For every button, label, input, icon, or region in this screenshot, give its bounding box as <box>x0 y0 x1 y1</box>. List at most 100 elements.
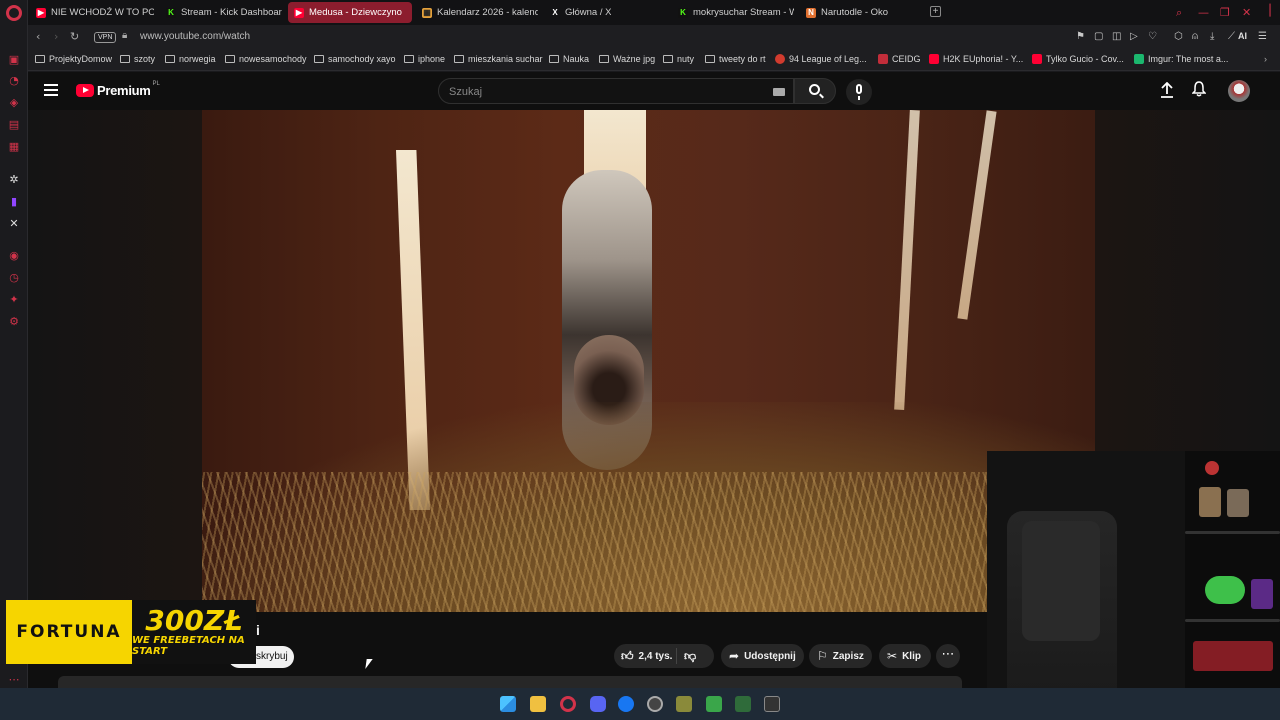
snapshot-icon[interactable]: ▢ <box>1094 31 1103 42</box>
description-box[interactable] <box>58 676 962 688</box>
tab-x-home[interactable]: X Główna / X <box>544 2 666 23</box>
bookmark-site[interactable]: CEIDG <box>878 54 921 64</box>
bookmark-folder[interactable]: nowesamochody <box>225 54 307 64</box>
tab-nie-wchodz[interactable]: ▶ NIE WCHODŹ W TO PO 3( <box>30 2 154 23</box>
url-field[interactable]: www.youtube.com/watch <box>140 31 250 42</box>
lock-icon[interactable]: 🔒︎ <box>122 30 127 41</box>
search-icon <box>809 84 820 95</box>
bookmark-label: 94 League of Leg... <box>789 54 867 64</box>
clip-button[interactable]: ✂ Klip <box>879 644 931 668</box>
reload-icon[interactable]: ↻ <box>70 30 79 43</box>
download-icon[interactable]: ⤓ <box>1210 31 1214 42</box>
youtube-icon: ▶ <box>36 7 46 18</box>
search-button[interactable] <box>794 78 836 104</box>
bookmark-site[interactable]: H2K EUphoria! - Y... <box>929 54 1023 64</box>
like-button[interactable]: 👍︎ 2,4 tys. 👎︎ <box>614 644 714 668</box>
aria-icon[interactable]: ⟋ <box>1228 31 1235 42</box>
bookmark-folder[interactable]: tweety do rt <box>705 54 766 64</box>
search-tabs-icon[interactable]: ⌕ <box>1176 6 1182 20</box>
bag-icon[interactable]: ▣ <box>7 52 21 66</box>
player-icon[interactable]: ◉ <box>7 248 21 262</box>
twitch-icon[interactable]: ▮ <box>7 194 21 208</box>
vpn-badge[interactable]: VPN <box>94 32 117 43</box>
camera-icon[interactable]: ◫ <box>1112 31 1121 42</box>
terminal-icon[interactable] <box>764 696 780 712</box>
minimize-icon[interactable]: — <box>1198 6 1209 19</box>
facebook-icon[interactable] <box>618 696 634 712</box>
messenger-icon[interactable]: ▤ <box>7 117 21 131</box>
league-icon <box>775 54 785 64</box>
bookmark-folder[interactable]: samochody xayo <box>314 54 396 64</box>
search-input[interactable] <box>449 84 749 100</box>
ai-button[interactable]: AI <box>1238 31 1247 41</box>
share-button[interactable]: ➦ Udostępnij <box>721 644 804 668</box>
settings-icon[interactable]: ⚙ <box>7 314 21 328</box>
folder-icon <box>549 55 559 63</box>
hamburger-menu-icon[interactable] <box>44 84 58 96</box>
m-icon[interactable]: ▦ <box>7 139 21 153</box>
tab-kalendarz[interactable]: ▦ Kalendarz 2026 - kalenda <box>416 2 538 23</box>
more-icon[interactable]: ⋯ <box>7 672 21 686</box>
folder-icon <box>454 55 464 63</box>
menu-bar-icon[interactable]: ▕ <box>1262 4 1270 17</box>
discord-icon[interactable] <box>590 696 606 712</box>
tab-kick-dashboard[interactable]: K Stream - Kick Dashboard <box>160 2 282 23</box>
maximize-icon[interactable]: ❐ <box>1220 6 1230 19</box>
aria-icon[interactable]: ◔ <box>7 73 21 87</box>
bookmark-folder[interactable]: Nauka <box>549 54 589 64</box>
bookmark-site[interactable]: Tylko Gucio - Cov... <box>1032 54 1124 64</box>
voice-search-button[interactable] <box>846 79 872 105</box>
crypto-wallet-icon[interactable]: ◈ <box>7 95 21 109</box>
bookmark-site[interactable]: 94 League of Leg... <box>775 54 867 64</box>
forward-icon[interactable]: › <box>54 30 58 43</box>
app-icon[interactable] <box>735 696 751 712</box>
profile-icon[interactable]: ⍝ <box>1192 31 1198 42</box>
bookmark-folder[interactable]: norwegia <box>165 54 216 64</box>
history-icon[interactable]: ◷ <box>7 270 21 284</box>
close-icon[interactable]: ✕ <box>1242 6 1251 19</box>
obs-icon[interactable] <box>647 696 663 712</box>
save-button[interactable]: ⚐ Zapisz <box>809 644 872 668</box>
thumbs-down-icon[interactable]: 👎︎ <box>684 649 696 664</box>
bookmark-folder[interactable]: mieszkania suchar <box>454 54 543 64</box>
bookmark-folder[interactable]: szoty <box>120 54 155 64</box>
bookmark-folder[interactable]: iphone <box>404 54 445 64</box>
bookmark-site[interactable]: Imgur: The most a... <box>1134 54 1228 64</box>
tab-title: Główna / X <box>565 7 612 18</box>
back-icon[interactable]: ‹ <box>36 30 40 43</box>
windows-start-icon[interactable] <box>500 696 516 712</box>
video-frame <box>202 110 1095 612</box>
easy-setup-icon[interactable]: ☰ <box>1258 31 1267 42</box>
extensions-icon[interactable]: ⬡ <box>1174 31 1183 42</box>
new-tab-button[interactable]: + <box>930 6 941 17</box>
x-icon: X <box>552 8 558 17</box>
tab-medusa[interactable]: ▶ Medusa - Dziewczyno <box>288 2 412 23</box>
chatgpt-icon[interactable]: ✲ <box>7 172 21 186</box>
upload-icon[interactable] <box>1160 82 1174 98</box>
notifications-icon[interactable] <box>1192 81 1206 97</box>
bookmark-label: norwegia <box>179 54 216 64</box>
youtube-logo[interactable]: Premium PL <box>76 81 160 98</box>
minecraft-icon[interactable] <box>706 696 722 712</box>
bookmarks-overflow-icon[interactable]: › <box>1264 54 1267 64</box>
calendar-icon: ▦ <box>422 7 432 18</box>
bookmark-folder[interactable]: ProjektyDomow <box>35 54 112 64</box>
x-icon[interactable]: ✕ <box>7 216 21 230</box>
figurine <box>1251 579 1273 609</box>
avatar[interactable] <box>1228 80 1250 102</box>
heart-icon[interactable]: ♡ <box>1148 31 1157 42</box>
webcam-overlay <box>987 451 1280 688</box>
extensions-icon[interactable]: ✦ <box>7 292 21 306</box>
bookmark-icon[interactable]: ⚑ <box>1076 31 1085 42</box>
more-actions-button[interactable]: ⋯ <box>936 644 960 668</box>
keyboard-icon[interactable] <box>773 88 785 96</box>
tab-mokrysuchar[interactable]: K mokrysuchar Stream - Wa <box>672 2 794 23</box>
bookmark-folder[interactable]: Ważne jpg <box>599 54 655 64</box>
opera-logo-icon[interactable] <box>6 5 22 21</box>
opera-icon[interactable] <box>560 696 576 712</box>
file-explorer-icon[interactable] <box>530 696 546 712</box>
play-icon[interactable]: ▷ <box>1130 31 1138 42</box>
tab-narutodle[interactable]: N Narutodle - Oko <box>800 2 922 23</box>
app-icon[interactable] <box>676 696 692 712</box>
bookmark-folder[interactable]: nuty <box>663 54 694 64</box>
